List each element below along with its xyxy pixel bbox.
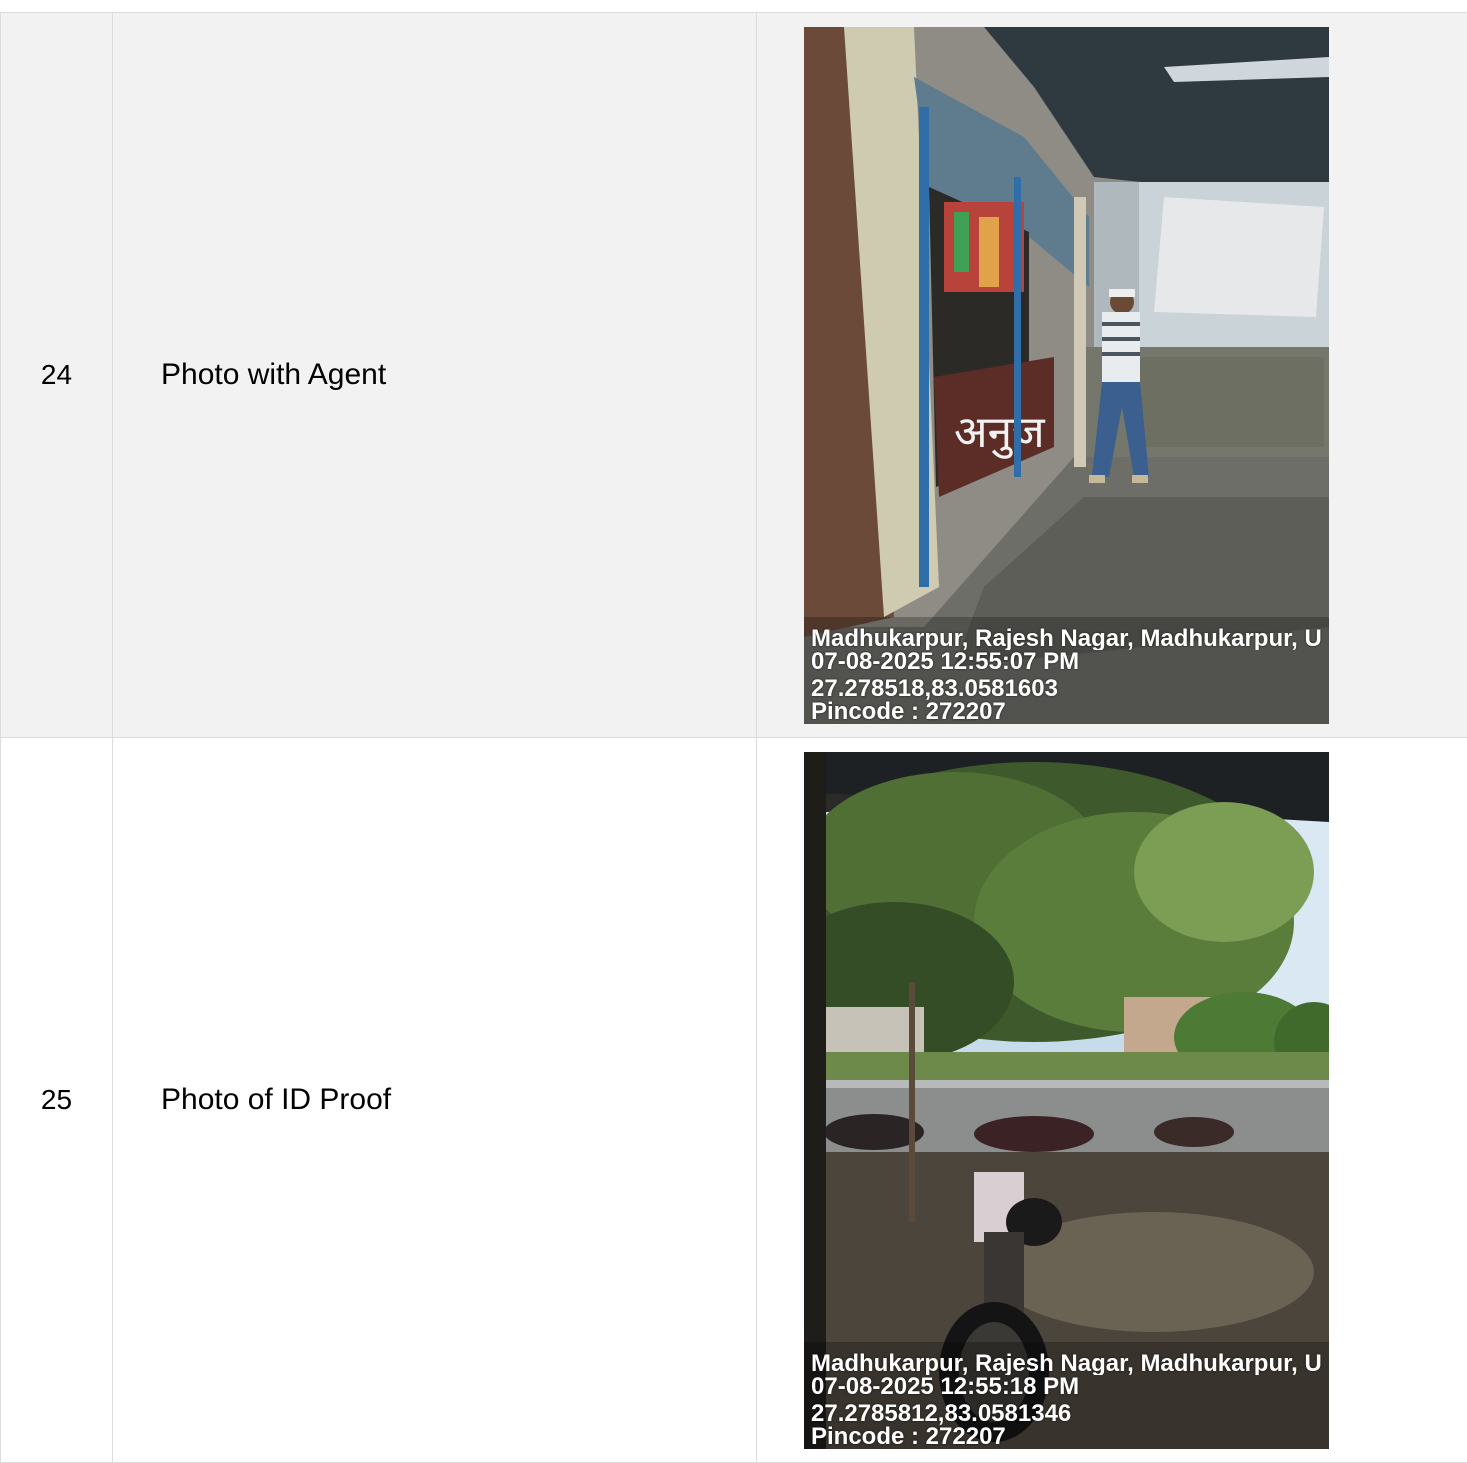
row-number: 25 [1, 738, 113, 1463]
stamp-coords: 27.2785812,83.0581346 [811, 1402, 1329, 1425]
id-proof-photo-image [804, 752, 1329, 1449]
stamp-datetime: 07-08-2025 12:55:18 PM [811, 1375, 1329, 1398]
table-row: 24 Photo with Agent [1, 13, 1467, 738]
stamp-coords: 27.278518,83.0581603 [811, 677, 1329, 700]
id-proof-photo[interactable]: Madhukarpur, Rajesh Nagar, Madhukarpur, … [804, 752, 1329, 1449]
shop-sign: अनुज [954, 407, 1046, 459]
row-number: 24 [1, 13, 113, 738]
stamp-address: Madhukarpur, Rajesh Nagar, Madhukarpur, … [811, 627, 1329, 650]
row-label: Photo of ID Proof [113, 1083, 391, 1117]
agent-photo-image: अनुज [804, 27, 1329, 724]
geo-stamp: Madhukarpur, Rajesh Nagar, Madhukarpur, … [811, 1352, 1329, 1449]
stamp-pincode: Pincode : 272207 [811, 1425, 1329, 1448]
report-table: 24 Photo with Agent [0, 12, 1467, 1463]
geo-stamp: Madhukarpur, Rajesh Nagar, Madhukarpur, … [811, 627, 1329, 724]
photo-cell: अनुज [757, 13, 1467, 738]
photo-cell: Madhukarpur, Rajesh Nagar, Madhukarpur, … [757, 738, 1467, 1463]
table-row: 25 Photo of ID Proof [1, 738, 1467, 1463]
agent-photo[interactable]: अनुज [804, 27, 1329, 724]
stamp-pincode: Pincode : 272207 [811, 700, 1329, 723]
row-label-cell: Photo of ID Proof [113, 738, 757, 1463]
stamp-datetime: 07-08-2025 12:55:07 PM [811, 650, 1329, 673]
row-label-cell: Photo with Agent [113, 13, 757, 738]
row-label: Photo with Agent [113, 358, 386, 392]
stamp-address: Madhukarpur, Rajesh Nagar, Madhukarpur, … [811, 1352, 1329, 1375]
